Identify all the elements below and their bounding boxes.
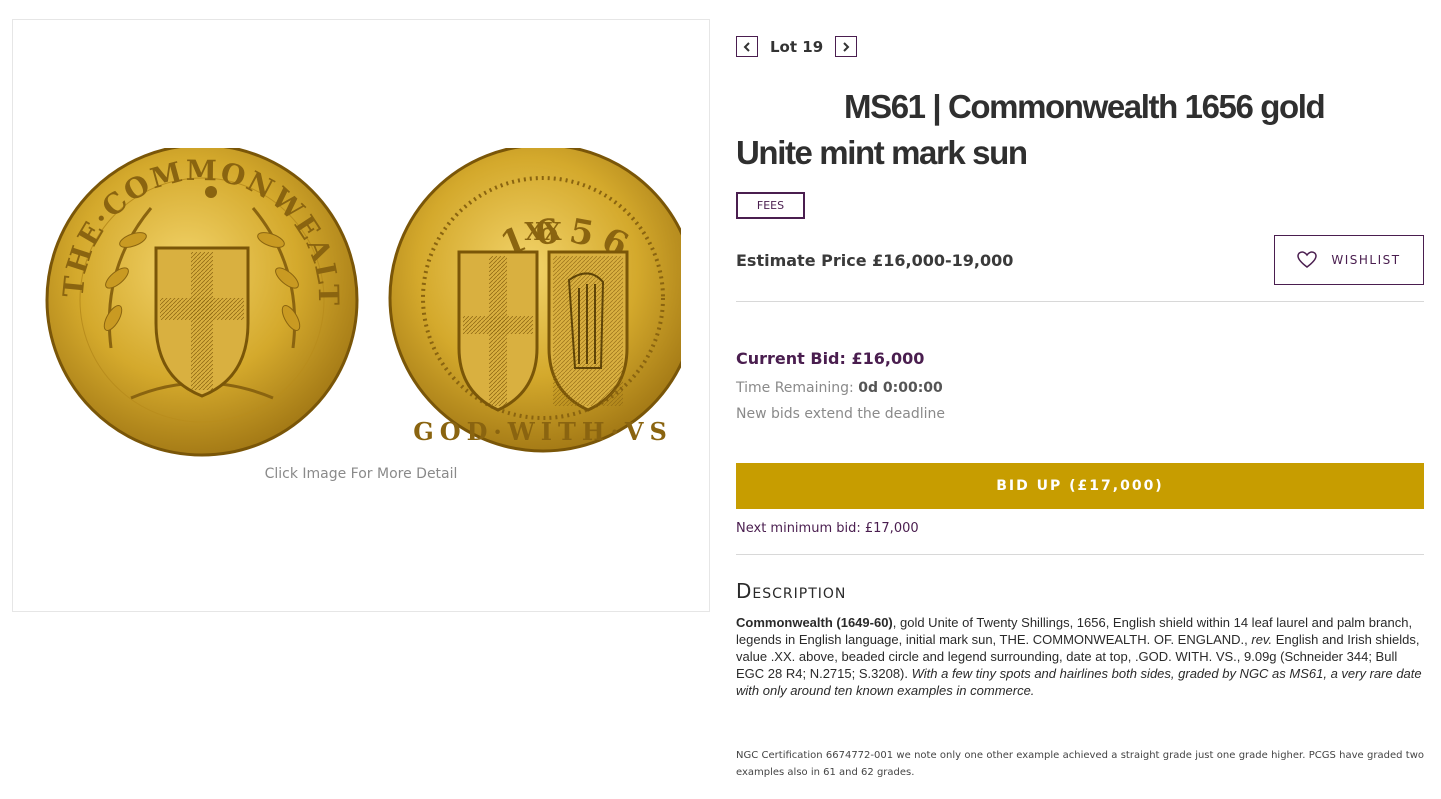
lot-image-panel[interactable]: THE·COMMONWEALTH·OF·ENGLAND: [12, 19, 710, 612]
next-minimum-bid: Next minimum bid: £17,000: [736, 521, 919, 536]
heart-icon: [1297, 251, 1318, 268]
bid-up-button[interactable]: BID UP (£17,000): [736, 463, 1424, 509]
coin-obverse: THE·COMMONWEALTH·OF·ENGLAND: [41, 148, 359, 457]
lot-title: MS61 | Commonwealth 1656 gold Unite mint …: [736, 84, 1424, 176]
divider: [736, 554, 1424, 555]
lot-number: Lot 19: [770, 37, 824, 56]
chevron-left-icon: [743, 41, 750, 52]
coin-value: XX: [524, 217, 562, 246]
time-remaining-value: 0d 0:00:00: [858, 380, 943, 396]
current-bid: Current Bid: £16,000: [736, 349, 925, 368]
coin-reverse-legend: GOD·WITH·VS: [413, 417, 673, 446]
image-caption: Click Image For More Detail: [264, 466, 458, 482]
lot-title-line2: Unite mint mark sun: [736, 134, 1028, 171]
wishlist-button[interactable]: WISHLIST: [1274, 235, 1424, 285]
prev-lot-button[interactable]: [736, 36, 758, 57]
lot-title-line1: MS61 | Commonwealth 1656 gold: [844, 88, 1326, 125]
description-rev: rev.: [1251, 632, 1273, 647]
next-lot-button[interactable]: [835, 36, 858, 57]
chevron-right-icon: [843, 41, 850, 52]
estimate-price: Estimate Price £16,000-19,000: [736, 251, 1014, 270]
time-remaining-label: Time Remaining:: [736, 380, 859, 396]
divider: [736, 301, 1424, 302]
extend-note: New bids extend the deadline: [736, 406, 946, 422]
coin-reverse: 1656 XX GOD·WITH·VS: [388, 148, 681, 453]
ngc-certification-note: NGC Certification 6674772-001 we note on…: [736, 750, 1424, 778]
description-heading: Description: [736, 579, 847, 603]
coin-image[interactable]: THE·COMMONWEALTH·OF·ENGLAND: [41, 148, 681, 458]
lot-navigation: Lot 19: [736, 36, 858, 57]
time-remaining: Time Remaining: 0d 0:00:00: [736, 380, 943, 396]
fees-button[interactable]: FEES: [736, 192, 805, 219]
description-body: Commonwealth (1649-60), gold Unite of Tw…: [736, 614, 1424, 699]
wishlist-label: WISHLIST: [1331, 253, 1401, 267]
description-lead: Commonwealth (1649-60): [736, 615, 893, 630]
